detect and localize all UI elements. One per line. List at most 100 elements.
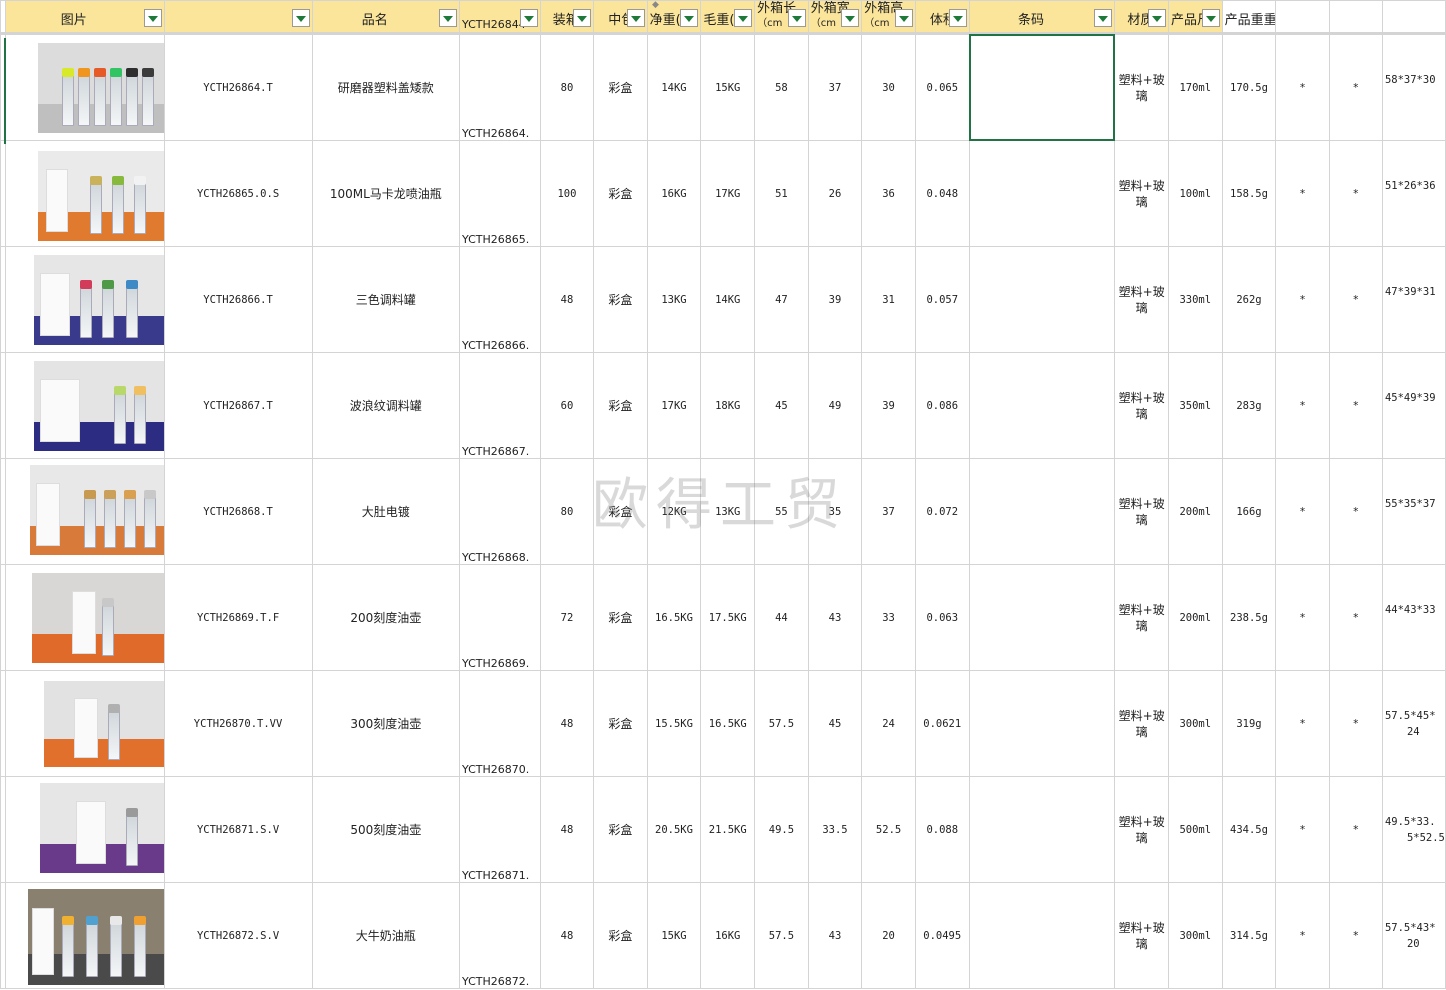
carton-width-cell[interactable]: 35 (807, 458, 863, 565)
table-row[interactable]: YCTH26864.T 研磨器塑料盖矮款 YCTH26864. 80 彩盒 14KG 15K… (0, 33, 1446, 141)
picture-cell[interactable] (4, 352, 165, 459)
dimensions-cell[interactable]: 45*49*39 (1381, 352, 1446, 459)
filter-dropdown-icon[interactable] (894, 9, 913, 27)
gross-weight-cell[interactable]: 13KG (700, 458, 756, 565)
carton-width-cell[interactable]: 49 (807, 352, 863, 459)
ycth-code-cell[interactable]: YCTH26870. (458, 670, 541, 777)
carton-height-cell[interactable]: 20 (861, 882, 916, 989)
filter-dropdown-icon[interactable] (734, 9, 753, 27)
col-header[interactable]: 产品重重 (1221, 0, 1277, 35)
star-cell[interactable]: * (1328, 670, 1383, 777)
star-cell[interactable]: * (1275, 458, 1330, 565)
carton-width-cell[interactable]: 39 (807, 246, 863, 353)
carton-length-cell[interactable]: 57.5 (754, 882, 809, 989)
star-cell[interactable]: * (1328, 352, 1383, 459)
filter-dropdown-icon[interactable] (680, 9, 699, 27)
net-weight-cell[interactable]: 20.5KG (646, 776, 702, 883)
item-code-cell[interactable]: YCTH26865.0.S (163, 140, 313, 247)
barcode-cell[interactable] (968, 246, 1116, 353)
dimensions-cell[interactable]: 58*37*30 (1381, 33, 1446, 141)
product-name-cell[interactable]: 300刻度油壶 (311, 670, 460, 777)
filter-dropdown-icon[interactable] (841, 9, 860, 27)
material-cell[interactable]: 塑料+玻璃 (1114, 776, 1169, 883)
carton-height-cell[interactable]: 24 (861, 670, 916, 777)
product-weight-cell[interactable]: 283g (1221, 352, 1277, 459)
pack-cell[interactable]: 彩盒 (593, 882, 648, 989)
carton-length-cell[interactable]: 57.5 (754, 670, 809, 777)
product-name-cell[interactable]: 三色调料罐 (311, 246, 460, 353)
filter-dropdown-icon[interactable] (1147, 9, 1166, 27)
carton-width-cell[interactable]: 26 (807, 140, 863, 247)
qty-cell[interactable]: 48 (539, 670, 595, 777)
volume-cell[interactable]: 0.088 (914, 776, 970, 883)
table-row[interactable]: YCTH26871.S.V 500刻度油壶 YCTH26871. 48 彩盒 20.5KG… (0, 776, 1446, 883)
gross-weight-cell[interactable]: 21.5KG (700, 776, 756, 883)
ycth-code-cell[interactable]: YCTH26866. (458, 246, 541, 353)
barcode-cell[interactable] (968, 352, 1116, 459)
picture-cell[interactable] (4, 140, 165, 247)
barcode-cell[interactable] (968, 776, 1116, 883)
carton-height-cell[interactable]: 31 (861, 246, 916, 353)
volume-cell[interactable]: 0.048 (914, 140, 970, 247)
ycth-code-cell[interactable]: YCTH26867. (458, 352, 541, 459)
table-row[interactable]: YCTH26866.T 三色调料罐 YCTH26866. 48 彩盒 13KG 14KG 47… (0, 246, 1446, 353)
material-cell[interactable]: 塑料+玻璃 (1114, 670, 1169, 777)
qty-cell[interactable]: 60 (539, 352, 595, 459)
barcode-cell[interactable] (968, 458, 1116, 565)
carton-width-cell[interactable]: 37 (807, 33, 863, 141)
carton-length-cell[interactable]: 49.5 (754, 776, 809, 883)
gross-weight-cell[interactable]: 15KG (700, 33, 756, 141)
ycth-code-cell[interactable]: YCTH26869. (458, 564, 541, 671)
star-cell[interactable]: * (1275, 33, 1330, 141)
net-weight-cell[interactable]: 15.5KG (646, 670, 702, 777)
volume-cell[interactable]: 0.072 (914, 458, 970, 565)
carton-height-cell[interactable]: 39 (861, 352, 916, 459)
material-cell[interactable]: 塑料+玻璃 (1114, 33, 1169, 141)
filter-dropdown-icon[interactable] (143, 9, 162, 27)
product-name-cell[interactable]: 大牛奶油瓶 (311, 882, 460, 989)
barcode-cell[interactable] (968, 140, 1116, 247)
product-name-cell[interactable]: 研磨器塑料盖矮款 (311, 33, 460, 141)
star-cell[interactable]: * (1275, 246, 1330, 353)
col-header[interactable]: 材质 (1114, 0, 1169, 35)
col-header[interactable]: 装箱 (539, 0, 595, 35)
col-header[interactable]: 产品尺 (1167, 0, 1223, 35)
col-header[interactable]: 品名 (311, 0, 460, 35)
ycth-code-cell[interactable]: YCTH26865. (458, 140, 541, 247)
material-cell[interactable]: 塑料+玻璃 (1114, 564, 1169, 671)
star-cell[interactable]: * (1328, 458, 1383, 565)
filter-dropdown-icon[interactable] (519, 9, 538, 27)
net-weight-cell[interactable]: 16.5KG (646, 564, 702, 671)
dimensions-cell[interactable]: 57.5*45* 24 (1381, 670, 1446, 777)
col-header[interactable]: 外箱高 （cm (861, 0, 916, 35)
gross-weight-cell[interactable]: 18KG (700, 352, 756, 459)
pack-cell[interactable]: 彩盒 (593, 670, 648, 777)
pack-cell[interactable]: 彩盒 (593, 352, 648, 459)
table-row[interactable]: YCTH26865.0.S 100ML马卡龙喷油瓶 YCTH26865. 100 彩盒 1… (0, 140, 1446, 247)
col-header[interactable]: 条码 (968, 0, 1116, 35)
barcode-cell[interactable] (968, 882, 1116, 989)
item-code-cell[interactable]: YCTH26868.T (163, 458, 313, 565)
product-weight-cell[interactable]: 262g (1221, 246, 1277, 353)
picture-cell[interactable] (4, 458, 165, 565)
carton-width-cell[interactable]: 33.5 (807, 776, 863, 883)
filter-dropdown-icon[interactable] (1094, 9, 1113, 27)
carton-height-cell[interactable]: 33 (861, 564, 916, 671)
net-weight-cell[interactable]: 16KG (646, 140, 702, 247)
pack-cell[interactable]: 彩盒 (593, 246, 648, 353)
material-cell[interactable]: 塑料+玻璃 (1114, 140, 1169, 247)
item-code-cell[interactable]: YCTH26866.T (163, 246, 313, 353)
gross-weight-cell[interactable]: 16.5KG (700, 670, 756, 777)
product-weight-cell[interactable]: 238.5g (1221, 564, 1277, 671)
dimensions-cell[interactable]: 55*35*37 (1381, 458, 1446, 565)
carton-width-cell[interactable]: 43 (807, 882, 863, 989)
star-cell[interactable]: * (1328, 776, 1383, 883)
col-header[interactable] (1275, 0, 1330, 35)
star-cell[interactable]: * (1275, 564, 1330, 671)
star-cell[interactable]: * (1328, 246, 1383, 353)
product-weight-cell[interactable]: 166g (1221, 458, 1277, 565)
ycth-code-cell[interactable]: YCTH26872. (458, 882, 541, 989)
product-name-cell[interactable]: 大肚电镀 (311, 458, 460, 565)
material-cell[interactable]: 塑料+玻璃 (1114, 458, 1169, 565)
product-weight-cell[interactable]: 158.5g (1221, 140, 1277, 247)
